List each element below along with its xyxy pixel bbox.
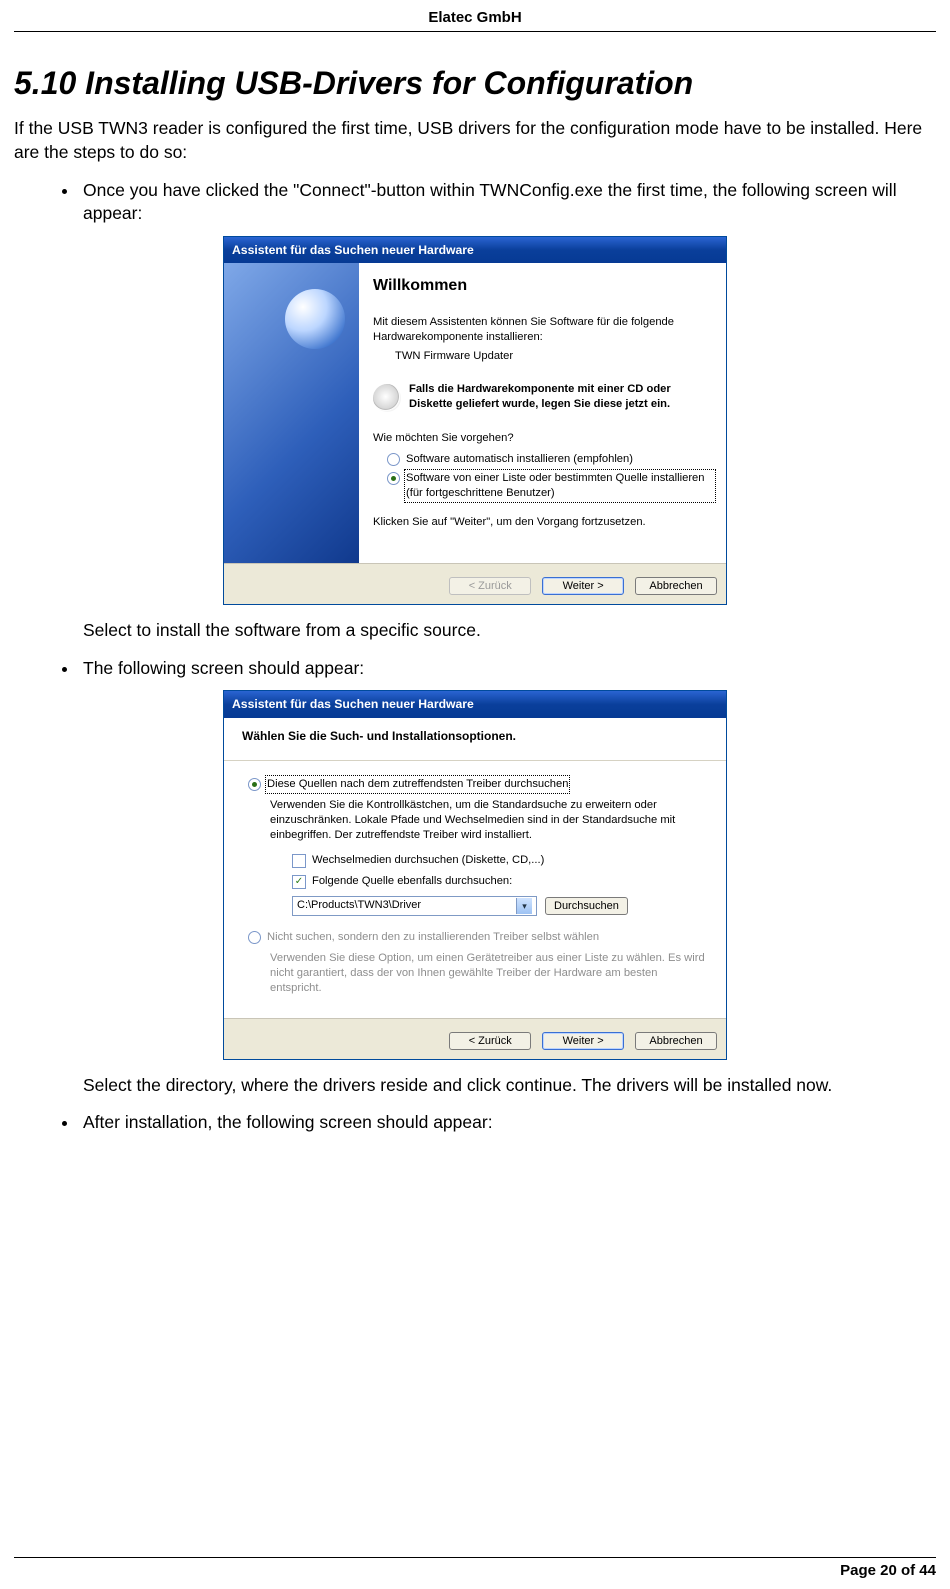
wizard1-cd-note-text: Falls die Hardwarekomponente mit einer C… xyxy=(409,382,714,412)
wizard2-radio-manual-label: Nicht suchen, sondern den zu installiere… xyxy=(267,930,599,945)
wizard2-next-button[interactable]: Weiter > xyxy=(542,1032,624,1050)
wizard-dialog-1: Assistent für das Suchen neuer Hardware … xyxy=(223,236,727,605)
wizard1-heading: Willkommen xyxy=(373,275,714,297)
step-2-text: The following screen should appear: xyxy=(83,657,936,681)
wizard2-radio-search[interactable]: Diese Quellen nach dem zutreffendsten Tr… xyxy=(248,777,708,792)
wizard2-path-value: C:\Products\TWN3\Driver xyxy=(297,898,421,913)
section-heading: 5.10 Installing USB-Drivers for Configur… xyxy=(14,62,936,105)
wizard1-continue-hint: Klicken Sie auf "Weiter", um den Vorgang… xyxy=(373,515,714,530)
wizard2-check-path[interactable]: ✓ Folgende Quelle ebenfalls durchsuchen: xyxy=(292,874,708,889)
wizard2-check-path-label: Folgende Quelle ebenfalls durchsuchen: xyxy=(312,874,512,889)
wizard1-p1: Mit diesem Assistenten können Sie Softwa… xyxy=(373,315,714,345)
wizard2-check-removable[interactable]: Wechselmedien durchsuchen (Diskette, CD,… xyxy=(292,853,708,868)
radio-icon xyxy=(387,453,400,466)
wizard1-footer: < Zurück Weiter > Abbrechen xyxy=(224,563,726,604)
radio-icon xyxy=(248,931,261,944)
cd-icon xyxy=(373,384,401,412)
page-footer: Page 20 of 44 xyxy=(14,1557,936,1581)
list-item: The following screen should appear: Assi… xyxy=(79,657,936,1098)
wizard1-radio-auto-label: Software automatisch installieren (empfo… xyxy=(406,452,633,467)
wizard1-back-button: < Zurück xyxy=(449,577,531,595)
wizard2-heading: Wählen Sie die Such- und Installationsop… xyxy=(224,718,726,761)
radio-icon xyxy=(387,472,400,485)
wizard1-radio-list-label: Software von einer Liste oder bestimmten… xyxy=(406,471,714,501)
list-item: After installation, the following screen… xyxy=(79,1111,936,1135)
intro-paragraph: If the USB TWN3 reader is configured the… xyxy=(14,117,936,164)
wizard1-radio-auto[interactable]: Software automatisch installieren (empfo… xyxy=(387,452,714,467)
section-number: 5.10 xyxy=(14,65,76,101)
step-1-text: Once you have clicked the "Connect"-butt… xyxy=(83,179,936,226)
radio-icon xyxy=(248,778,261,791)
wizard2-back-button[interactable]: < Zurück xyxy=(449,1032,531,1050)
wizard1-side-image xyxy=(224,263,359,563)
page-header-company: Elatec GmbH xyxy=(14,8,936,31)
section-title-text: Installing USB-Drivers for Configuration xyxy=(85,65,693,101)
wizard1-device: TWN Firmware Updater xyxy=(395,349,714,364)
checkbox-icon xyxy=(292,854,306,868)
wizard-dialog-2: Assistent für das Suchen neuer Hardware … xyxy=(223,690,727,1059)
steps-list: Once you have clicked the "Connect"-butt… xyxy=(14,179,936,1135)
page-number: Page 20 of 44 xyxy=(14,1561,936,1581)
header-rule xyxy=(14,31,936,32)
wizard1-cd-note: Falls die Hardwarekomponente mit einer C… xyxy=(373,382,714,412)
wizard2-check-removable-label: Wechselmedien durchsuchen (Diskette, CD,… xyxy=(312,853,544,868)
wizard2-path-combo[interactable]: C:\Products\TWN3\Driver ▾ xyxy=(292,896,537,916)
wizard1-cancel-button[interactable]: Abbrechen xyxy=(635,577,717,595)
list-item: Once you have clicked the "Connect"-butt… xyxy=(79,179,936,643)
wizard2-manual-note: Verwenden Sie diese Option, um einen Ger… xyxy=(270,951,708,996)
wizard2-browse-button[interactable]: Durchsuchen xyxy=(545,897,628,915)
wizard1-titlebar: Assistent für das Suchen neuer Hardware xyxy=(224,237,726,263)
wizard1-question: Wie möchten Sie vorgehen? xyxy=(373,431,714,446)
chevron-down-icon[interactable]: ▾ xyxy=(516,898,532,914)
wizard2-footer: < Zurück Weiter > Abbrechen xyxy=(224,1018,726,1059)
wizard1-next-button[interactable]: Weiter > xyxy=(542,577,624,595)
wizard2-radio-search-label: Diese Quellen nach dem zutreffendsten Tr… xyxy=(267,777,568,792)
footer-rule xyxy=(14,1557,936,1558)
wizard2-titlebar: Assistent für das Suchen neuer Hardware xyxy=(224,691,726,717)
checkbox-icon: ✓ xyxy=(292,875,306,889)
step-3-text: After installation, the following screen… xyxy=(83,1111,936,1135)
step-1-after: Select to install the software from a sp… xyxy=(83,619,936,643)
wizard1-radio-list[interactable]: Software von einer Liste oder bestimmten… xyxy=(387,471,714,501)
step-2-after: Select the directory, where the drivers … xyxy=(83,1074,936,1098)
wizard2-cancel-button[interactable]: Abbrechen xyxy=(635,1032,717,1050)
wizard2-radio-manual[interactable]: Nicht suchen, sondern den zu installiere… xyxy=(248,930,708,945)
wizard2-search-note: Verwenden Sie die Kontrollkästchen, um d… xyxy=(270,798,708,843)
